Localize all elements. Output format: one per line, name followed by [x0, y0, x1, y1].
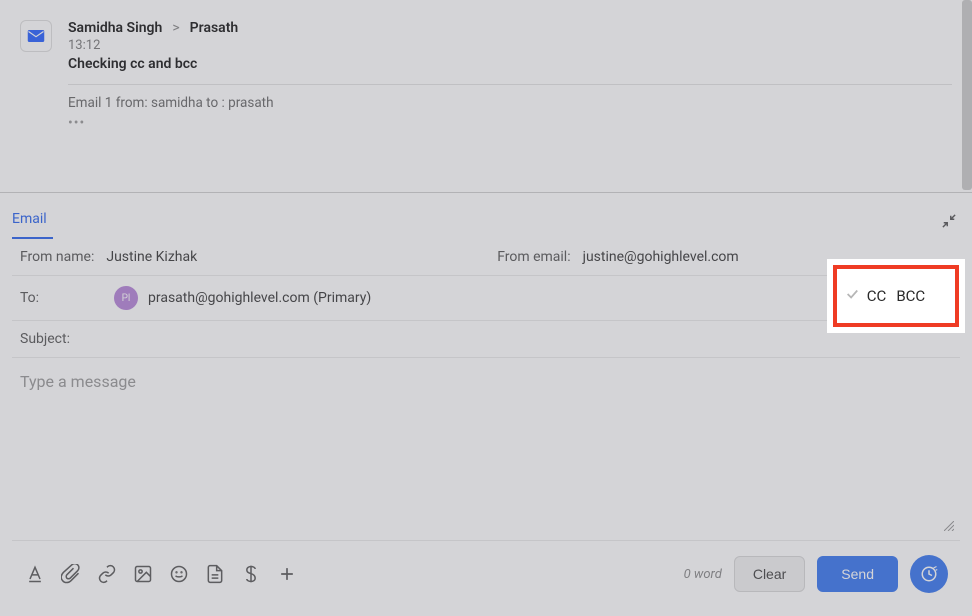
thread-arrow-icon: >	[172, 20, 179, 36]
cc-bcc-highlight: CC BCC	[833, 265, 959, 327]
thread-subject: Checking cc and bcc	[68, 56, 952, 72]
text-format-icon[interactable]	[24, 563, 46, 585]
dollar-icon[interactable]	[240, 563, 262, 585]
expand-dots-icon[interactable]: •••	[68, 115, 952, 131]
recipient-avatar: Pl	[114, 286, 138, 310]
email-icon	[20, 20, 52, 52]
schedule-send-button[interactable]	[910, 555, 948, 593]
clear-button[interactable]: Clear	[734, 556, 805, 592]
attachment-icon[interactable]	[60, 563, 82, 585]
thread-to: Prasath	[190, 20, 239, 36]
divider	[68, 84, 952, 85]
plus-icon[interactable]	[276, 563, 298, 585]
email-composer: Email From name: Justine Kizhak From ema…	[0, 193, 972, 607]
bcc-highlight-label[interactable]: BCC	[896, 287, 925, 305]
send-button[interactable]: Send	[817, 556, 898, 592]
collapse-icon[interactable]	[938, 209, 960, 236]
check-icon	[845, 287, 859, 305]
subject-row: Subject:	[12, 321, 960, 358]
to-label: To:	[20, 290, 104, 306]
from-row: From name: Justine Kizhak From email: ju…	[12, 239, 960, 276]
tab-email[interactable]: Email	[12, 205, 53, 239]
to-row: To: Pl prasath@gohighlevel.com (Primary)…	[12, 276, 960, 321]
thread-header: Samidha Singh > Prasath	[68, 20, 952, 36]
composer-footer: 0 word Clear Send	[12, 540, 960, 607]
word-count: 0 word	[684, 567, 722, 582]
template-icon[interactable]	[204, 563, 226, 585]
link-icon[interactable]	[96, 563, 118, 585]
thread-message[interactable]: Samidha Singh > Prasath 13:12 Checking c…	[20, 20, 952, 131]
resize-handle-icon[interactable]	[944, 520, 954, 534]
from-email-value[interactable]: justine@gohighlevel.com	[583, 249, 739, 265]
image-icon[interactable]	[132, 563, 154, 585]
to-value[interactable]: prasath@gohighlevel.com (Primary)	[148, 290, 371, 306]
emoji-icon[interactable]	[168, 563, 190, 585]
thread-from: Samidha Singh	[68, 20, 162, 36]
scrollbar[interactable]	[962, 0, 972, 190]
thread-time: 13:12	[68, 38, 952, 53]
thread-preview: Email 1 from: samidha to : prasath	[68, 95, 952, 111]
from-email-label: From email:	[497, 249, 570, 265]
subject-label: Subject:	[20, 331, 90, 347]
message-body[interactable]	[12, 358, 960, 536]
email-thread: Samidha Singh > Prasath 13:12 Checking c…	[0, 0, 972, 193]
from-name-label: From name:	[20, 249, 94, 265]
cc-highlight-label[interactable]: CC	[867, 287, 887, 305]
from-name-value[interactable]: Justine Kizhak	[106, 249, 197, 265]
